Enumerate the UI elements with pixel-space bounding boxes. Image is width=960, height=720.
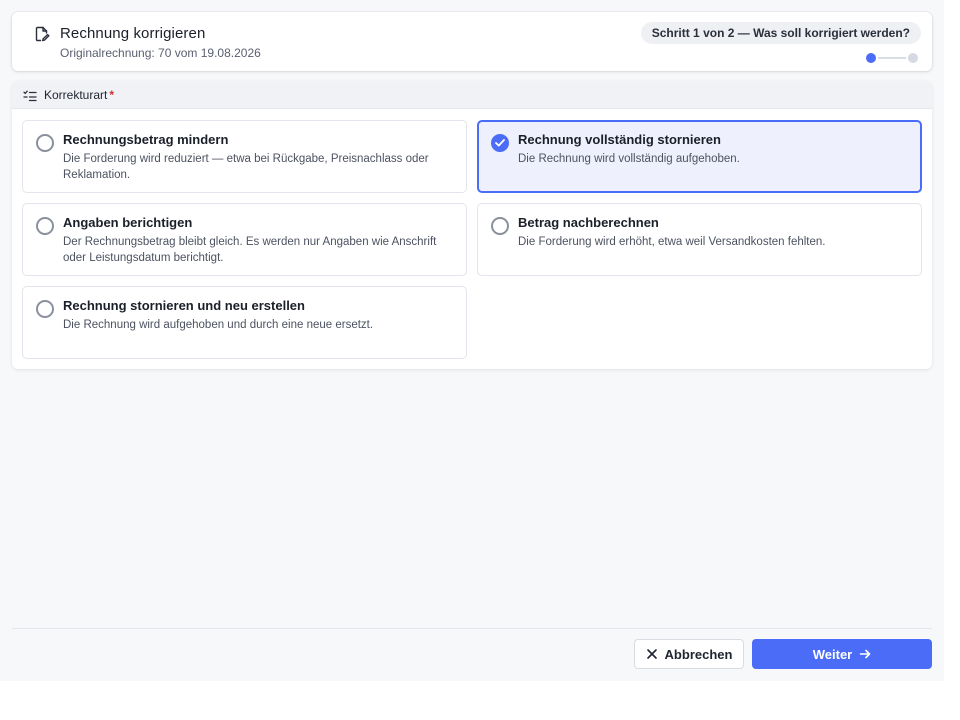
radio-checked[interactable] <box>491 134 509 152</box>
step-dot-active <box>866 53 876 63</box>
radio-unchecked[interactable] <box>491 217 509 235</box>
radio-unchecked[interactable] <box>36 134 54 152</box>
section-label: Korrekturart * <box>44 88 115 102</box>
arrow-right-icon <box>859 648 871 660</box>
option-title: Rechnung stornieren und neu erstellen <box>63 298 305 313</box>
cancel-label: Abbrechen <box>664 646 733 662</box>
option-title: Rechnung vollständig stornieren <box>518 132 721 147</box>
section-header: Korrekturart * <box>12 81 932 109</box>
step-dot-inactive <box>908 53 918 63</box>
option-title: Betrag nachberechnen <box>518 215 659 230</box>
option-cancel-and-recreate[interactable]: Rechnung stornieren und neu erstellen Di… <box>22 286 467 359</box>
footer-divider <box>12 628 932 629</box>
cancel-button[interactable]: Abbrechen <box>634 639 744 669</box>
step-progress <box>866 53 918 63</box>
radio-unchecked[interactable] <box>36 300 54 318</box>
close-icon <box>646 648 658 660</box>
dialog-header: Rechnung korrigieren Originalrechnung: 7… <box>12 12 932 71</box>
correction-type-section: Korrekturart * Rechnungsbetrag mindern Di… <box>12 81 932 369</box>
option-reduce-amount[interactable]: Rechnungsbetrag mindern Die Forderung wi… <box>22 120 467 193</box>
option-cancel-fully[interactable]: Rechnung vollständig stornieren Die Rech… <box>477 120 922 193</box>
option-correct-details[interactable]: Angaben berichtigen Der Rechnungsbetrag … <box>22 203 467 276</box>
option-description: Der Rechnungsbetrag bleibt gleich. Es we… <box>63 236 437 264</box>
option-title: Rechnungsbetrag mindern <box>63 132 229 147</box>
next-button[interactable]: Weiter <box>752 639 932 669</box>
required-mark: * <box>109 88 115 102</box>
check-icon <box>495 139 505 147</box>
original-invoice-info: Originalrechnung: 70 vom 19.08.2026 <box>60 46 261 60</box>
option-recharge-amount[interactable]: Betrag nachberechnen Die Forderung wird … <box>477 203 922 276</box>
document-edit-icon <box>34 26 50 42</box>
option-description: Die Forderung wird erhöht, etwa weil Ver… <box>518 236 826 248</box>
dialog: Rechnung korrigieren Originalrechnung: 7… <box>0 0 944 681</box>
step-indicator-text: Schritt 1 von 2 — Was soll korrigiert we… <box>640 22 921 44</box>
option-description: Die Rechnung wird vollständig aufgehoben… <box>518 153 740 165</box>
next-label: Weiter <box>812 646 853 662</box>
option-title: Angaben berichtigen <box>63 215 193 230</box>
checklist-icon <box>23 89 37 102</box>
option-description: Die Rechnung wird aufgehoben und durch e… <box>63 319 374 331</box>
radio-unchecked[interactable] <box>36 217 54 235</box>
step-connector <box>878 57 906 59</box>
option-description: Die Forderung wird reduziert — etwa bei … <box>63 153 429 181</box>
page-title: Rechnung korrigieren <box>60 25 206 42</box>
